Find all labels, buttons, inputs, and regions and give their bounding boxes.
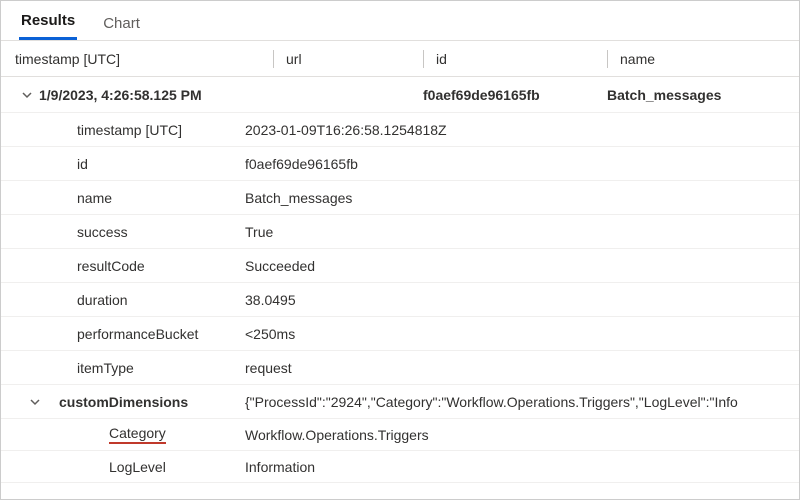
- detail-key: id: [1, 156, 245, 172]
- custom-dimension-item: CategoryWorkflow.Operations.Triggers: [1, 419, 799, 451]
- detail-row: resultCodeSucceeded: [1, 249, 799, 283]
- detail-row: successTrue: [1, 215, 799, 249]
- detail-value: Succeeded: [245, 258, 799, 274]
- column-separator: [273, 50, 274, 68]
- custom-dimension-value: Information: [245, 459, 799, 475]
- detail-value: <250ms: [245, 326, 799, 342]
- custom-dimension-item: LogLevelInformation: [1, 451, 799, 483]
- tab-results[interactable]: Results: [19, 2, 77, 40]
- column-separator: [423, 50, 424, 68]
- row-name: Batch_messages: [607, 87, 721, 103]
- detail-value: 2023-01-09T16:26:58.1254818Z: [245, 122, 799, 138]
- row-timestamp: 1/9/2023, 4:26:58.125 PM: [39, 87, 202, 103]
- detail-row: timestamp [UTC]2023-01-09T16:26:58.12548…: [1, 113, 799, 147]
- detail-row: duration38.0495: [1, 283, 799, 317]
- detail-rows: timestamp [UTC]2023-01-09T16:26:58.12548…: [1, 113, 799, 385]
- results-body: 1/9/2023, 4:26:58.125 PM f0aef69de96165f…: [1, 77, 799, 499]
- custom-dimensions-raw: {"ProcessId":"2924","Category":"Workflow…: [245, 394, 738, 410]
- custom-dimension-key: Category: [1, 425, 245, 444]
- custom-dimensions-items: CategoryWorkflow.Operations.TriggersLogL…: [1, 419, 799, 483]
- custom-dimensions-row[interactable]: customDimensions {"ProcessId":"2924","Ca…: [1, 385, 799, 419]
- detail-value: 38.0495: [245, 292, 799, 308]
- detail-value: f0aef69de96165fb: [245, 156, 799, 172]
- detail-row: itemTyperequest: [1, 351, 799, 385]
- detail-key: resultCode: [1, 258, 245, 274]
- col-header-url[interactable]: url: [286, 51, 302, 67]
- col-header-timestamp[interactable]: timestamp [UTC]: [15, 51, 120, 67]
- detail-row: nameBatch_messages: [1, 181, 799, 215]
- chevron-down-icon[interactable]: [23, 396, 47, 408]
- tab-bar: Results Chart: [1, 1, 799, 41]
- results-panel: Results Chart timestamp [UTC] url id nam…: [0, 0, 800, 500]
- detail-key: name: [1, 190, 245, 206]
- column-header-row: timestamp [UTC] url id name: [1, 41, 799, 77]
- detail-key: duration: [1, 292, 245, 308]
- col-header-name[interactable]: name: [620, 51, 655, 67]
- col-header-id[interactable]: id: [436, 51, 447, 67]
- custom-dimensions-label: customDimensions: [59, 394, 188, 410]
- detail-value: True: [245, 224, 799, 240]
- table-row[interactable]: 1/9/2023, 4:26:58.125 PM f0aef69de96165f…: [1, 77, 799, 113]
- detail-key: timestamp [UTC]: [1, 122, 245, 138]
- row-id: f0aef69de96165fb: [423, 87, 540, 103]
- detail-key: performanceBucket: [1, 326, 245, 342]
- detail-key: success: [1, 224, 245, 240]
- detail-row: performanceBucket<250ms: [1, 317, 799, 351]
- detail-key: itemType: [1, 360, 245, 376]
- custom-dimension-value: Workflow.Operations.Triggers: [245, 427, 799, 443]
- detail-row: idf0aef69de96165fb: [1, 147, 799, 181]
- tab-chart[interactable]: Chart: [101, 5, 142, 40]
- custom-dimension-key: LogLevel: [1, 459, 245, 475]
- column-separator: [607, 50, 608, 68]
- chevron-down-icon[interactable]: [15, 89, 39, 101]
- detail-value: Batch_messages: [245, 190, 799, 206]
- detail-value: request: [245, 360, 799, 376]
